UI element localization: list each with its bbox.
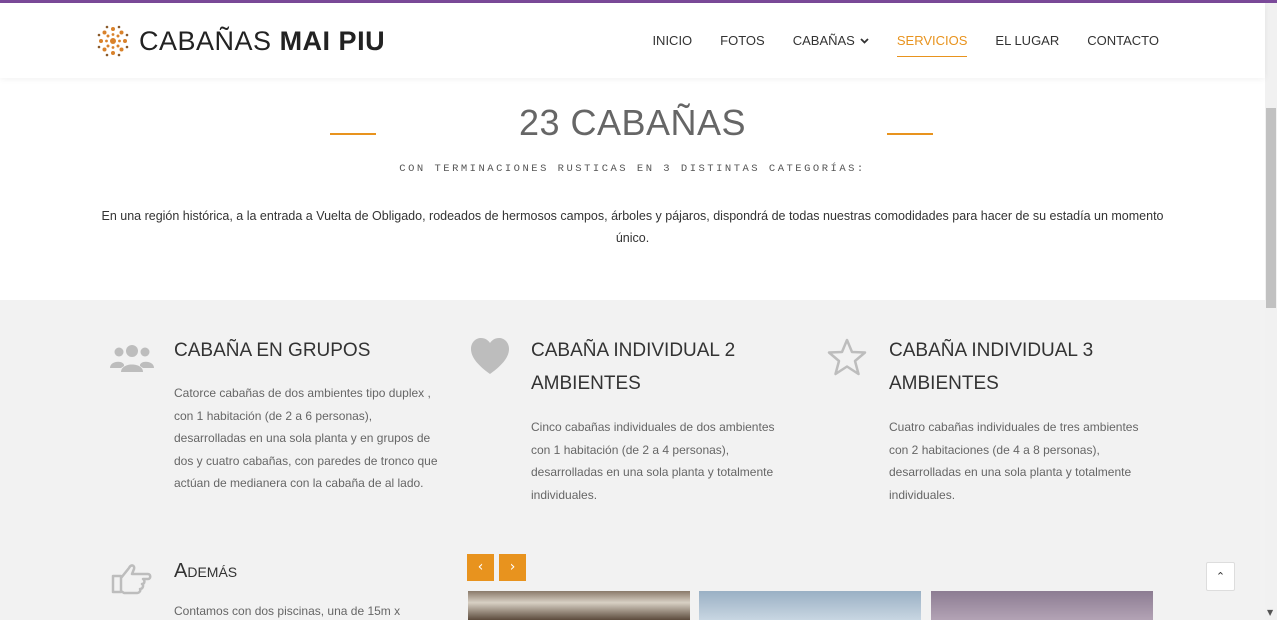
feature-title: CABAÑA INDIVIDUAL 3 AMBIENTES [889,340,1094,394]
nav-item-el-lugar[interactable]: EL LUGAR [995,33,1059,48]
brand-name-light: CABAÑAS [139,25,272,56]
nav-item-fotos[interactable]: FOTOS [720,33,765,48]
chevron-down-icon [860,37,869,44]
feature-text: Contamos con dos piscinas, una de 15m x [174,604,401,618]
intro-section: 23 CABAÑAS CON TERMINACIONES RUSTICAS EN… [0,78,1265,300]
page-scrollbar[interactable]: ▼ [1265,3,1277,620]
nav-item-cabanas[interactable]: CABAÑAS [793,33,869,48]
site-header: CABAÑAS MAI PIU INICIO FOTOS CABAÑAS SER… [0,3,1265,78]
feature-title: Además [174,560,238,582]
hand-pointing-icon [111,564,152,595]
nav-item-cabanas-label: CABAÑAS [792,33,855,48]
section-title: 23 CABAÑAS [518,102,747,143]
site-logo[interactable]: CABAÑAS MAI PIU [95,23,385,59]
brand-name-bold: MAI PIU [279,25,386,56]
feature-title: CABAÑA INDIVIDUAL 2 AMBIENTES [531,340,736,394]
scroll-down-arrow-icon[interactable]: ▼ [1267,608,1273,617]
section-subtitle: CON TERMINACIONES RUSTICAS EN 3 DISTINTA… [399,163,866,175]
slider-next-button[interactable]: › [499,554,526,581]
brand-name: CABAÑAS MAI PIU [139,26,385,57]
users-icon [110,345,154,372]
star-icon [827,338,867,376]
slider-prev-button[interactable]: ‹ [467,554,494,581]
feature-text: Cinco cabañas individuales de dos ambien… [531,420,775,502]
features-section: CABAÑA EN GRUPOS Catorce cabañas de dos … [0,300,1265,620]
feature-title: CABAÑA EN GRUPOS [174,340,371,361]
section-description: En una región histórica, a la entrada a … [101,209,1164,245]
sun-flower-icon [97,25,129,57]
gallery-thumbnail[interactable] [468,591,690,620]
nav-item-contacto[interactable]: CONTACTO [1087,33,1159,48]
main-nav: INICIO FOTOS CABAÑAS SERVICIOS EL LUGAR … [652,33,1159,57]
feature-text: Catorce cabañas de dos ambientes tipo du… [174,386,438,490]
gallery-thumbnail[interactable] [931,591,1153,620]
back-to-top-button[interactable]: ⌃ [1206,562,1235,591]
nav-item-inicio[interactable]: INICIO [652,33,692,48]
gallery-thumbnail[interactable] [699,591,921,620]
scrollbar-thumb[interactable] [1266,108,1276,308]
nav-item-servicios[interactable]: SERVICIOS [896,33,967,57]
heart-icon [471,338,509,374]
feature-text: Cuatro cabañas individuales de tres ambi… [889,420,1139,502]
